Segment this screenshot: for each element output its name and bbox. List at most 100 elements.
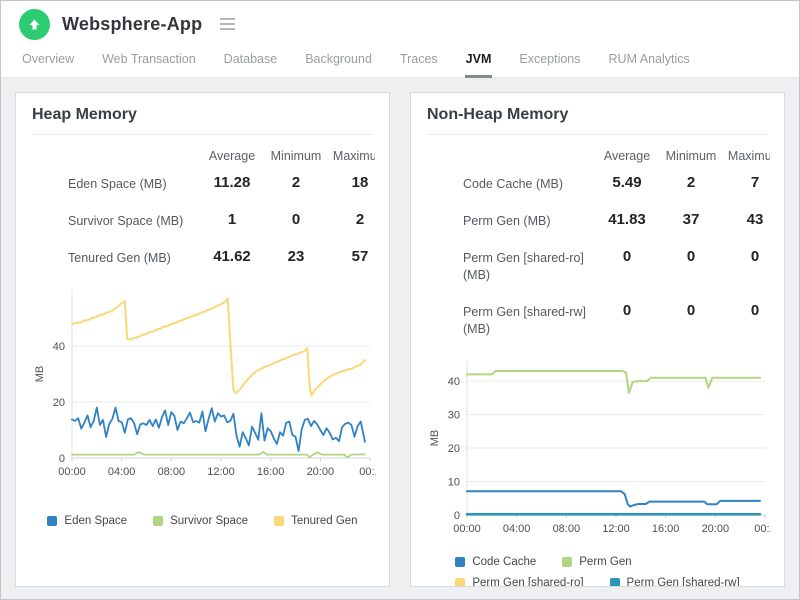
metric-minimum: 0 [686, 248, 696, 265]
tab-database[interactable]: Database [223, 46, 279, 78]
metric-minimum: 0 [686, 302, 696, 319]
svg-text:16:00: 16:00 [652, 523, 680, 535]
table-row: Survivor Space (MB) 1 0 2 [32, 202, 375, 239]
metric-minimum: 2 [686, 174, 696, 191]
column-header-spacer [427, 149, 595, 151]
legend-row: Eden Space Survivor Space Tenured Gen [47, 515, 358, 527]
heap-memory-table: Average Minimum Maximum Eden Space (MB) 11.2… [32, 143, 375, 276]
legend-item[interactable]: Eden Space [47, 515, 127, 527]
column-header: Maximum [727, 149, 770, 163]
table-row: Perm Gen [shared-ro] (MB) 0 0 0 [427, 239, 770, 293]
metric-minimum: 23 [287, 248, 305, 265]
legend-swatch-icon [274, 516, 285, 526]
heap-chart-legend: Eden Space Survivor Space Tenured Gen [47, 515, 358, 527]
legend-swatch-icon [455, 578, 466, 586]
column-header: Average [208, 149, 256, 163]
tab-web-transaction[interactable]: Web Transaction [101, 46, 197, 78]
legend-label: Survivor Space [170, 515, 249, 527]
tab-bar: Overview Web Transaction Database Backgroun… [1, 47, 799, 78]
table-row: Perm Gen [shared-rw] (MB) 0 0 0 [427, 293, 770, 347]
metric-average: 0 [622, 302, 632, 319]
legend-item[interactable]: Survivor Space [153, 515, 248, 527]
svg-text:00:..: 00:.. [359, 466, 376, 478]
legend-item[interactable]: Perm Gen [shared-rw] [609, 577, 740, 587]
svg-text:00:00: 00:00 [58, 466, 86, 478]
metric-maximum: 0 [750, 248, 760, 265]
svg-text:30: 30 [448, 410, 460, 422]
svg-text:20: 20 [53, 397, 65, 409]
tab-exceptions[interactable]: Exceptions [518, 46, 581, 78]
svg-text:MB: MB [429, 430, 441, 447]
legend-swatch-icon [609, 578, 620, 586]
series-code-cache [466, 490, 761, 508]
metric-average: 0 [622, 248, 632, 265]
line-chart-svg: 0 20 40 00:00 04:00 08:00 12:00 16:00 20:00 00:..… [34, 290, 381, 478]
series-eden-space [71, 406, 366, 452]
table-row: Eden Space (MB) 11.28 2 18 [32, 165, 375, 202]
svg-text:MB: MB [34, 366, 46, 383]
tab-traces[interactable]: Traces [399, 46, 439, 78]
svg-text:08:00: 08:00 [158, 466, 186, 478]
divider [32, 134, 373, 135]
metric-average: 5.49 [612, 174, 642, 191]
series-perm-gen [466, 370, 761, 394]
legend-row: Perm Gen [shared-ro] Perm Gen [shared-rw] [455, 577, 740, 587]
metric-maximum: 57 [351, 248, 369, 265]
metric-maximum: 18 [351, 174, 369, 191]
metric-maximum: 0 [750, 302, 760, 319]
metric-average: 1 [227, 211, 237, 228]
legend-item[interactable]: Code Cache [455, 556, 536, 568]
tab-background[interactable]: Background [304, 46, 373, 78]
panel-title: Heap Memory [32, 106, 137, 123]
arrow-up-icon [29, 19, 40, 29]
metric-label: Survivor Space (MB) [68, 214, 184, 228]
svg-text:12:00: 12:00 [602, 523, 630, 535]
non-heap-chart-legend: Code Cache Perm Gen Perm Gen [shared-ro] Pe… [455, 556, 740, 587]
metric-minimum: 0 [291, 211, 301, 228]
table-header-row: Average Minimum Maximum [32, 143, 375, 165]
metric-average: 11.28 [213, 174, 251, 191]
table-row: Code Cache (MB) 5.49 2 7 [427, 165, 770, 202]
svg-text:16:00: 16:00 [257, 466, 285, 478]
legend-label: Perm Gen [shared-rw] [626, 577, 740, 587]
heap-memory-chart: 0 20 40 00:00 04:00 08:00 12:00 16:00 20:00 00:..… [32, 284, 381, 485]
legend-swatch-icon [47, 516, 58, 526]
legend-item[interactable]: Perm Gen [shared-ro] [455, 577, 584, 586]
svg-text:12:00: 12:00 [207, 466, 235, 478]
svg-text:00:..: 00:.. [754, 523, 771, 535]
svg-text:0: 0 [59, 453, 65, 465]
column-header-spacer [32, 149, 200, 151]
app-header: Websphere-App [1, 1, 799, 47]
divider [427, 134, 768, 135]
legend-item[interactable]: Perm Gen [562, 556, 632, 568]
svg-text:00:00: 00:00 [453, 523, 481, 535]
legend-swatch-icon [562, 557, 573, 567]
metric-label: Perm Gen (MB) [463, 214, 551, 228]
svg-text:08:00: 08:00 [553, 523, 581, 535]
metric-average: 41.62 [213, 248, 251, 265]
hamburger-menu-icon[interactable] [218, 15, 237, 33]
heap-memory-panel: Heap Memory Average Minimum Maximum Eden Sp… [15, 92, 390, 587]
non-heap-memory-table: Average Minimum Maximum Code Cache (MB) 5.49… [427, 143, 770, 347]
column-header: Maximum [332, 149, 375, 163]
metric-average: 41.83 [608, 211, 646, 228]
svg-text:0: 0 [454, 510, 460, 522]
svg-text:20: 20 [448, 443, 460, 455]
metric-label: Eden Space (MB) [68, 177, 167, 191]
legend-row: Code Cache Perm Gen [455, 556, 632, 568]
legend-label: Eden Space [64, 515, 128, 527]
table-row: Perm Gen (MB) 41.83 37 43 [427, 202, 770, 239]
tab-rum-analytics[interactable]: RUM Analytics [608, 46, 691, 78]
metric-maximum: 7 [750, 174, 760, 191]
series-survivor-space [71, 450, 366, 459]
tab-overview[interactable]: Overview [21, 46, 75, 78]
legend-swatch-icon [153, 516, 164, 526]
legend-swatch-icon [455, 557, 466, 567]
tab-jvm[interactable]: JVM [464, 46, 493, 78]
svg-text:10: 10 [448, 477, 460, 489]
column-header: Average [603, 149, 651, 163]
metric-label: Code Cache (MB) [463, 177, 564, 191]
legend-item[interactable]: Tenured Gen [274, 515, 358, 527]
metric-label: Perm Gen [shared-ro] (MB) [463, 251, 584, 282]
metric-maximum: 43 [746, 211, 764, 228]
